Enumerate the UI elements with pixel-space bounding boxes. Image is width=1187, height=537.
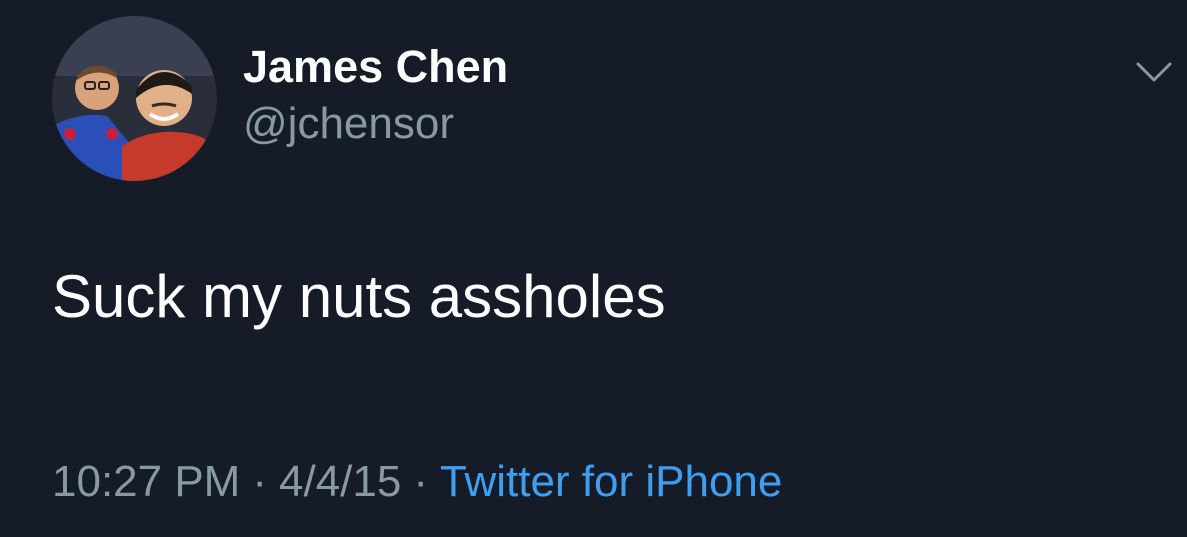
- chevron-down-icon[interactable]: [1134, 56, 1174, 88]
- author-handle[interactable]: @jchensor: [243, 98, 454, 150]
- tweet-date[interactable]: 4/4/15: [279, 457, 401, 506]
- author-display-name[interactable]: James Chen: [243, 40, 508, 94]
- tweet-time[interactable]: 10:27 PM: [52, 457, 240, 506]
- tweet-meta: 10:27 PM · 4/4/15 · Twitter for iPhone: [52, 454, 782, 510]
- avatar-photo: [52, 16, 217, 181]
- author-avatar[interactable]: [52, 16, 217, 181]
- meta-separator: ·: [413, 457, 428, 506]
- tweet-source-link[interactable]: Twitter for iPhone: [440, 457, 782, 506]
- tweet-text: Suck my nuts assholes: [52, 263, 666, 330]
- meta-separator: ·: [252, 457, 267, 506]
- tweet-card: James Chen @jchensor Suck my nuts asshol…: [0, 0, 1187, 537]
